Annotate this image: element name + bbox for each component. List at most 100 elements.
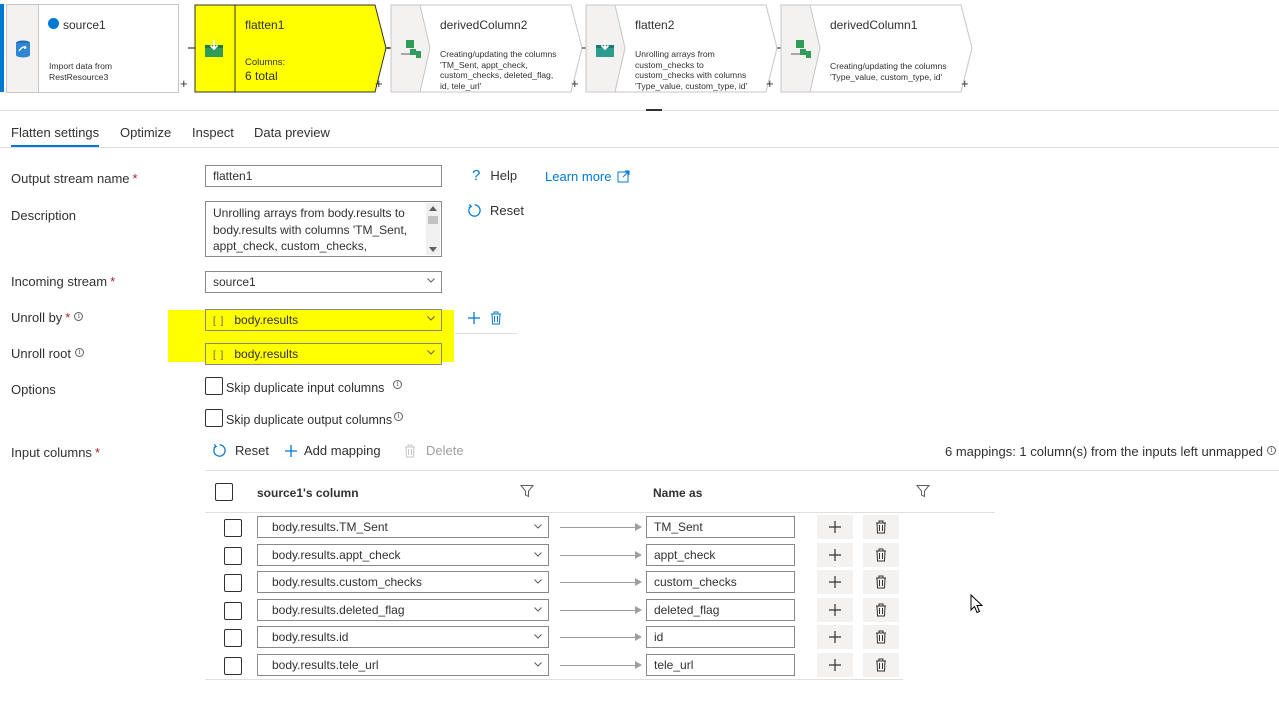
row-checkbox[interactable] (224, 629, 242, 647)
info-icon[interactable]: i (394, 412, 403, 421)
name-as-input[interactable]: custom_checks (646, 571, 795, 593)
source-column-select[interactable]: body.results.custom_checks (257, 571, 549, 593)
name-as-input[interactable]: tele_url (646, 654, 795, 676)
node-desc-line: custom_checks, deleted_flag, (440, 70, 554, 81)
table-top-border (205, 470, 1279, 471)
filter-name-button[interactable] (915, 483, 931, 499)
unroll-by-select[interactable]: [ ] body.results (205, 309, 442, 331)
source-column-select[interactable]: body.results.deleted_flag (257, 599, 549, 621)
output-stream-input[interactable]: flatten1 (205, 165, 442, 187)
add-transform-button[interactable]: + (766, 76, 774, 91)
splitter-handle[interactable] (646, 109, 662, 111)
delete-row-button[interactable] (863, 598, 899, 622)
row-checkbox[interactable] (224, 574, 242, 592)
add-row-button[interactable] (817, 653, 853, 677)
info-icon[interactable]: i (74, 348, 84, 357)
scroll-up-icon[interactable] (429, 206, 437, 211)
panel-splitter[interactable] (0, 110, 1279, 111)
reset-description-button[interactable]: Reset (467, 203, 524, 218)
delete-mapping-button[interactable]: Delete (404, 443, 464, 458)
add-mapping-button[interactable]: Add mapping (284, 443, 381, 458)
plus-icon (285, 444, 297, 457)
incoming-stream-select[interactable]: source1 (205, 271, 442, 293)
add-unroll-button[interactable] (464, 309, 484, 327)
node-desc-line: Import data from (49, 61, 113, 71)
node-derivedColumn1[interactable]: derivedColumn1 Creating/updating the col… (780, 4, 974, 93)
description-textarea[interactable]: Unrolling arrays from body.results to bo… (205, 201, 442, 257)
filter-source-button[interactable] (519, 483, 535, 499)
add-transform-button[interactable]: + (961, 76, 969, 91)
external-link-icon (617, 170, 630, 183)
source-column-value: body.results.TM_Sent (272, 520, 388, 534)
delete-label: Delete (426, 443, 464, 458)
node-derivedColumn2[interactable]: derivedColumn2 Creating/updating the col… (390, 4, 584, 93)
name-as-input[interactable]: deleted_flag (646, 599, 795, 621)
help-link[interactable]: ? Help (472, 167, 517, 184)
skip-duplicate-input-checkbox[interactable] (205, 377, 223, 395)
add-row-button[interactable] (817, 515, 853, 539)
reset-label: Reset (490, 203, 524, 218)
delete-row-button[interactable] (863, 570, 899, 594)
col-header-source: source1's column (257, 486, 359, 500)
select-all-checkbox[interactable] (215, 483, 233, 501)
learn-more-label: Learn more (545, 169, 612, 184)
source-column-select[interactable]: body.results.tele_url (257, 654, 549, 676)
plus-icon (468, 312, 480, 324)
description-scrollbar[interactable] (426, 203, 440, 255)
delete-unroll-button[interactable] (487, 309, 505, 327)
row-checkbox[interactable] (224, 519, 242, 537)
node-title: source1 (63, 18, 106, 32)
delete-row-button[interactable] (863, 625, 899, 649)
node-flatten1[interactable]: flatten1 Columns: 6 total + (194, 4, 388, 93)
info-icon[interactable]: i (393, 380, 402, 389)
add-transform-button[interactable]: + (375, 76, 383, 91)
info-icon[interactable]: i (1266, 446, 1276, 455)
source-column-select[interactable]: body.results.id (257, 626, 549, 648)
trash-icon (491, 311, 501, 325)
node-desc-line: RestResource3 (49, 71, 109, 82)
info-icon[interactable]: i (74, 312, 84, 321)
row-checkbox[interactable] (224, 657, 242, 675)
source-column-select[interactable]: body.results.appt_check (257, 544, 549, 566)
add-row-button[interactable] (817, 598, 853, 622)
reset-mapping-button[interactable]: Reset (212, 443, 269, 458)
tab-optimize[interactable]: Optimize (120, 125, 171, 140)
add-row-button[interactable] (817, 570, 853, 594)
row-checkbox[interactable] (224, 547, 242, 565)
delete-row-button[interactable] (863, 543, 899, 567)
mapping-summary-text: 6 mappings: 1 column(s) from the inputs … (945, 444, 1263, 459)
label-text: Output stream name (11, 171, 130, 186)
source-column-select[interactable]: body.results.TM_Sent (257, 516, 549, 538)
add-transform-button[interactable]: + (180, 76, 188, 91)
node-title: flatten2 (635, 18, 675, 32)
node-description: Unrolling arrays from custom_checks to c… (635, 49, 747, 91)
skip-duplicate-output-checkbox[interactable] (205, 409, 223, 427)
skip-duplicate-output-label[interactable]: Skip duplicate output columns (226, 413, 392, 427)
name-as-input[interactable]: id (646, 626, 795, 648)
tab-flatten-settings[interactable]: Flatten settings (11, 125, 99, 140)
row-checkbox[interactable] (224, 602, 242, 620)
skip-duplicate-input-label[interactable]: Skip duplicate input columns (226, 381, 384, 395)
scroll-thumb[interactable] (428, 216, 438, 224)
node-flatten2[interactable]: flatten2 Unrolling arrays from custom_ch… (585, 4, 779, 93)
settings-tabs: Flatten settings Optimize Inspect Data p… (0, 120, 1279, 148)
node-source1[interactable]: source1 Import data from RestResource3 + (6, 4, 188, 93)
add-row-button[interactable] (817, 625, 853, 649)
learn-more-link[interactable]: Learn more (545, 169, 630, 184)
scroll-down-icon[interactable] (429, 247, 437, 252)
output-stream-label: Output stream name * (11, 171, 138, 186)
add-row-button[interactable] (817, 543, 853, 567)
add-transform-button[interactable]: + (571, 76, 579, 91)
select-value: body.results (234, 347, 299, 361)
node-desc-line: 'Type_value, custom_type, id' (635, 80, 748, 91)
delete-row-button[interactable] (863, 653, 899, 677)
tab-inspect[interactable]: Inspect (192, 125, 234, 140)
tab-data-preview[interactable]: Data preview (254, 125, 330, 140)
unroll-root-select[interactable]: [ ] body.results (205, 343, 442, 365)
delete-row-button[interactable] (863, 515, 899, 539)
add-mapping-label: Add mapping (304, 443, 381, 458)
name-as-input[interactable]: appt_check (646, 544, 795, 566)
name-as-input[interactable]: TM_Sent (646, 516, 795, 538)
required-mark: * (65, 310, 71, 325)
table-bottom-border (205, 679, 903, 680)
